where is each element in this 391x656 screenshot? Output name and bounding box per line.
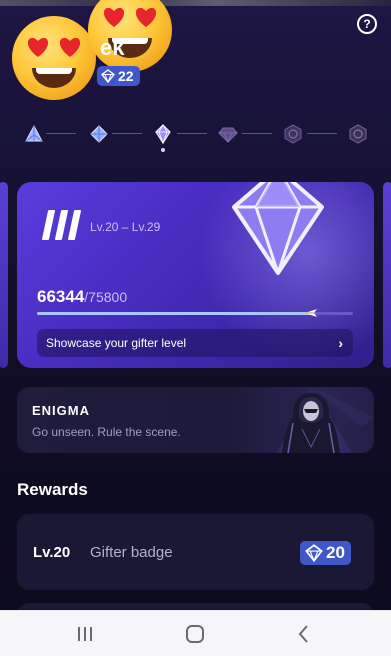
chevron-right-icon: ›	[338, 335, 343, 351]
reward-badge: 20	[300, 541, 351, 565]
help-circle-icon[interactable]: ?	[357, 14, 377, 34]
current-level-indicator	[161, 148, 165, 152]
progress-marker-icon	[304, 309, 317, 317]
points-total: /75800	[84, 289, 128, 305]
username: ek	[100, 35, 125, 60]
next-tier-card[interactable]	[383, 182, 391, 368]
level-track	[22, 120, 372, 152]
points-readout: 66344/75800	[37, 287, 127, 307]
reward-item[interactable]: Lv.20 Gifter badge 20	[17, 514, 374, 590]
enigma-subtitle: Go unseen. Rule the scene.	[32, 425, 181, 439]
recents-icon[interactable]	[74, 623, 96, 645]
home-icon[interactable]	[184, 623, 206, 645]
gifter-level-screen: ek 22 ? Lv.20 – Lv.29 66344/75800 Showca…	[0, 0, 391, 610]
diamond-gem-icon[interactable]	[89, 124, 109, 144]
octahedron-gem-icon	[232, 182, 324, 275]
back-icon[interactable]	[293, 623, 315, 645]
dark-gem-icon[interactable]	[218, 124, 238, 144]
hexagon-gem-icon[interactable]	[348, 124, 368, 144]
hexagon-gem-icon[interactable]	[283, 124, 303, 144]
level-progress-fill	[37, 312, 314, 315]
reward-badge-value: 20	[326, 543, 345, 562]
system-nav-bar	[0, 610, 391, 656]
hooded-figure-icon	[282, 393, 340, 453]
showcase-level-button[interactable]: Showcase your gifter level ›	[37, 329, 353, 357]
octahedron-gem-icon[interactable]	[153, 124, 173, 144]
reward-item[interactable]	[17, 603, 374, 610]
tier-card[interactable]: Lv.20 – Lv.29 66344/75800 Showcase your …	[17, 182, 374, 368]
diamond-gem-icon	[305, 544, 323, 562]
status-strip	[0, 0, 391, 6]
points-current: 66344	[37, 287, 85, 306]
enigma-banner[interactable]: ENIGMA Go unseen. Rule the scene.	[17, 387, 374, 453]
previous-tier-card[interactable]	[0, 182, 8, 368]
enigma-title: ENIGMA	[32, 403, 90, 418]
heart-eyes-emoji-icon	[12, 16, 96, 100]
showcase-label: Showcase your gifter level	[46, 336, 187, 350]
diamond-gem-icon	[101, 69, 115, 83]
level-badge-value: 22	[118, 68, 134, 84]
level-badge: 22	[97, 66, 140, 86]
level-progress-bar	[37, 309, 353, 317]
reward-level: Lv.20	[33, 544, 71, 561]
triangle-gem-icon[interactable]	[24, 124, 44, 144]
reward-name: Gifter badge	[90, 544, 173, 561]
level-range: Lv.20 – Lv.29	[90, 220, 161, 234]
rewards-heading: Rewards	[17, 480, 88, 499]
tier-numeral	[41, 210, 83, 240]
